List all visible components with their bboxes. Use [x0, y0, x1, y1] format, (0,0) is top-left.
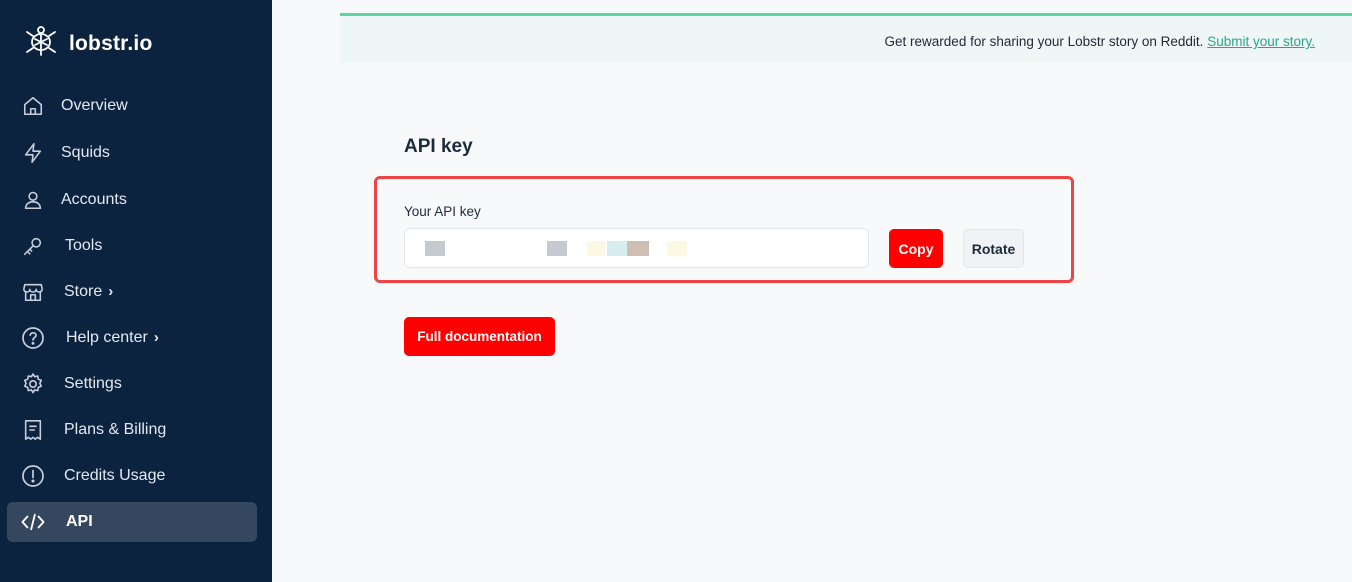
code-icon — [21, 510, 45, 534]
sidebar-item-label: Help center › — [66, 329, 159, 347]
user-icon — [21, 188, 45, 212]
receipt-icon — [21, 418, 45, 442]
sidebar-item-label: Plans & Billing — [64, 421, 167, 438]
sidebar-item-label: Store › — [64, 283, 113, 301]
submit-story-link[interactable]: Submit your story. — [1207, 34, 1315, 49]
api-key-field[interactable] — [404, 228, 869, 268]
sidebar-item-help-center[interactable]: Help center › — [7, 318, 257, 358]
sidebar-item-label-text: Help center — [66, 329, 148, 346]
sidebar-item-label: Squids — [61, 144, 110, 161]
sidebar: lobstr.io Overview Squids Accounts Tools… — [0, 0, 272, 582]
sidebar-item-tools[interactable]: Tools — [7, 226, 257, 266]
key-icon — [21, 234, 45, 258]
sidebar-item-label-text: Store — [64, 283, 103, 300]
copy-button[interactable]: Copy — [889, 229, 943, 268]
sidebar-item-overview[interactable]: Overview — [7, 86, 257, 126]
help-circle-icon — [21, 326, 45, 350]
redacted-block — [627, 241, 649, 256]
banner-message: Get rewarded for sharing your Lobstr sto… — [885, 34, 1315, 49]
home-icon — [21, 94, 45, 118]
rotate-button[interactable]: Rotate — [963, 229, 1024, 268]
sidebar-item-label: API — [66, 513, 93, 530]
announcement-banner: Get rewarded for sharing your Lobstr sto… — [340, 13, 1352, 63]
full-documentation-button[interactable]: Full documentation — [404, 317, 555, 356]
banner-text: Get rewarded for sharing your Lobstr sto… — [884, 34, 1204, 49]
gear-icon — [21, 372, 45, 396]
brand-logo[interactable]: lobstr.io — [22, 22, 152, 65]
alert-circle-icon — [21, 464, 45, 488]
sidebar-item-squids[interactable]: Squids — [7, 133, 257, 173]
redacted-block — [425, 241, 445, 256]
store-icon — [21, 280, 45, 304]
redacted-block — [547, 241, 567, 256]
sidebar-item-settings[interactable]: Settings — [7, 364, 257, 404]
redacted-block — [667, 241, 687, 256]
sidebar-item-label: Overview — [61, 97, 128, 114]
sidebar-item-api[interactable]: API — [7, 502, 257, 542]
brand-name: lobstr.io — [69, 31, 153, 55]
sidebar-item-accounts[interactable]: Accounts — [7, 180, 257, 220]
turtle-logo-icon — [22, 22, 60, 65]
redacted-block — [607, 241, 627, 256]
page-title: API key — [404, 136, 473, 157]
sidebar-item-plans-billing[interactable]: Plans & Billing — [7, 410, 257, 450]
sidebar-item-store[interactable]: Store › — [7, 272, 257, 312]
chevron-right-icon: › — [153, 329, 159, 346]
sidebar-item-label: Credits Usage — [64, 467, 166, 484]
api-key-label: Your API key — [404, 204, 481, 219]
sidebar-item-label: Tools — [65, 237, 103, 254]
chevron-right-icon: › — [108, 283, 114, 300]
sidebar-item-label: Accounts — [61, 191, 127, 208]
lightning-icon — [21, 141, 45, 165]
sidebar-item-credits-usage[interactable]: Credits Usage — [7, 456, 257, 496]
redacted-block — [587, 241, 605, 256]
sidebar-item-label: Settings — [64, 375, 122, 392]
